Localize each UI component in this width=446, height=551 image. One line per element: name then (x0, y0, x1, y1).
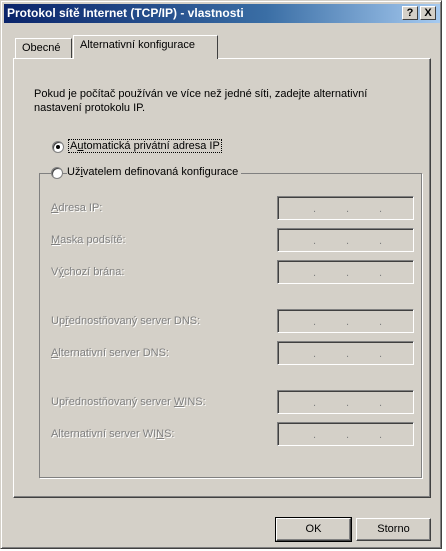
input-subnet-mask[interactable]: ... (277, 228, 414, 252)
input-preferred-dns[interactable]: ... (277, 309, 414, 333)
ip-dot: . (346, 429, 350, 441)
wins-pref-text-a: Upřednostňovaný server (51, 396, 174, 408)
radio-user-defined[interactable] (51, 167, 63, 179)
tab-alternate-config[interactable]: Alternativní konfigurace (73, 35, 218, 59)
ip-dot: . (346, 348, 350, 360)
input-ip-address[interactable]: ... (277, 196, 414, 220)
label-preferred-wins: Upřednostňovaný server WINS: (51, 396, 206, 408)
ip-dot: . (313, 316, 317, 328)
tab-general-label: Obecné (22, 42, 61, 54)
ip-dot: . (379, 316, 383, 328)
ip-dot: . (346, 235, 350, 247)
ip-dot: . (379, 203, 383, 215)
tab-alternate-config-label: Alternativní konfigurace (80, 39, 195, 51)
label-preferred-dns: Upřednostňovaný server DNS: (51, 315, 200, 327)
label-alternate-dns: Alternativní server DNS: (51, 347, 169, 359)
wins-pref-access-key: W (173, 396, 185, 408)
label-default-gateway: Výchozí brána: (51, 266, 124, 278)
label-ip-address: Adresa IP: (51, 202, 102, 214)
wins-pref-text-b: INS: (184, 396, 206, 408)
tab-general[interactable]: Obecné (15, 38, 72, 58)
ip-dot: . (379, 348, 383, 360)
ip-text-b: dresa IP: (58, 202, 103, 214)
ip-dot: . (379, 267, 383, 279)
ip-dot: . (313, 397, 317, 409)
ip-dot: . (313, 203, 317, 215)
radio-auto-label[interactable]: Automatická privátní adresa IP (68, 139, 222, 153)
ok-button[interactable]: OK (275, 517, 352, 542)
ip-dot: . (313, 429, 317, 441)
dialog-window: Protokol sítě Internet (TCP/IP) - vlastn… (0, 0, 442, 549)
ip-dot: . (379, 397, 383, 409)
ip-dot: . (346, 203, 350, 215)
wins-alt-text-a: Alternativní server WI (51, 428, 157, 440)
radio-auto-text-b: tomatická privátní adresa IP (83, 140, 220, 152)
gateway-text-b: chozí brána: (63, 266, 125, 278)
dns-pref-text-a: Up (51, 315, 66, 327)
input-preferred-wins[interactable]: ... (277, 390, 414, 414)
wins-alt-access-key: N (156, 428, 165, 440)
label-subnet-mask: Maska podsítě: (51, 234, 126, 246)
dns-alt-text-b: lternativní server DNS: (58, 347, 169, 359)
radio-auto-private-ip[interactable] (52, 141, 64, 153)
label-alternate-wins: Alternativní server WINS: (51, 428, 175, 440)
window-title: Protokol sítě Internet (TCP/IP) - vlastn… (7, 6, 244, 20)
ip-dot: . (379, 429, 383, 441)
radio-user-text-b: vatelem definovaná konfigurace (82, 166, 239, 178)
mask-access-key: M (51, 234, 61, 246)
radio-selected-dot (56, 145, 60, 149)
ip-dot: . (379, 235, 383, 247)
radio-auto-focus: Automatická privátní adresa IP (68, 139, 222, 153)
radio-user-label[interactable]: Uživatelem definovaná konfigurace (67, 166, 242, 178)
input-default-gateway[interactable]: ... (277, 260, 414, 284)
close-button[interactable]: X (420, 6, 436, 20)
title-bar[interactable]: Protokol sítě Internet (TCP/IP) - vlastn… (4, 4, 440, 23)
dns-pref-text-b: ednostňovaný server DNS: (68, 315, 201, 327)
ip-dot: . (313, 348, 317, 360)
ip-dot: . (346, 267, 350, 279)
cancel-button[interactable]: Storno (356, 518, 431, 541)
ip-dot: . (313, 235, 317, 247)
ip-dot: . (346, 397, 350, 409)
radio-user-text-a: Už (67, 166, 81, 178)
help-button[interactable]: ? (402, 6, 418, 20)
input-alternate-wins[interactable]: ... (277, 422, 414, 446)
input-alternate-dns[interactable]: ... (277, 341, 414, 365)
ip-dot: . (346, 316, 350, 328)
wins-alt-text-b: S: (164, 428, 175, 440)
intro-text: Pokud je počítač používán ve více než je… (34, 88, 368, 114)
mask-text-b: aska podsítě: (60, 234, 126, 246)
ip-dot: . (313, 267, 317, 279)
